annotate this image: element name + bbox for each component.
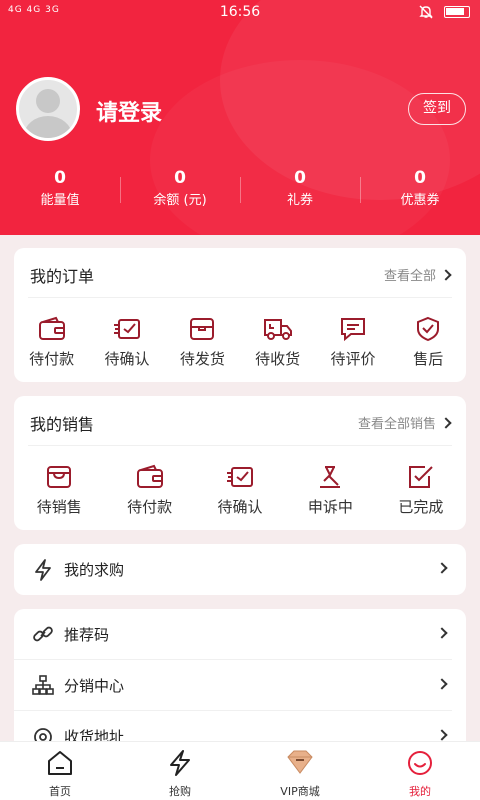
lightning-icon [35, 558, 51, 581]
sale-status-label: 待销售 [36, 498, 82, 516]
order-pending-review[interactable]: 待评价 [315, 316, 390, 369]
order-status-label: 待收货 [255, 350, 301, 368]
tab-label: 我的 [409, 785, 431, 798]
purchase-card: 我的求购 [14, 544, 466, 595]
check-icon [408, 466, 433, 488]
sale-status-label: 待付款 [127, 498, 173, 516]
chevron-right-icon [436, 678, 448, 690]
sale-status-label: 待确认 [217, 498, 263, 516]
truck-icon [263, 319, 292, 340]
row-label: 分销中心 [64, 676, 125, 695]
stat-coupon[interactable]: 0 优惠券 [360, 167, 480, 217]
package-icon [190, 318, 215, 340]
chevron-right-icon [436, 562, 448, 574]
comment-icon [340, 318, 365, 342]
order-pending-receive[interactable]: 待收货 [240, 316, 315, 369]
status-bar: 4G 4G 3G 16:56 [0, 0, 480, 24]
mute-icon [419, 5, 433, 19]
chevron-right-icon [436, 627, 448, 639]
tab-home[interactable]: 首页 [0, 742, 120, 800]
order-status-label: 待确认 [104, 350, 150, 368]
referral-code-row[interactable]: 推荐码 [14, 609, 452, 660]
battery-icon [444, 6, 470, 18]
order-after-sale[interactable]: 售后 [391, 316, 466, 369]
tab-vip-mall[interactable]: VIP商城 [240, 742, 360, 800]
orders-view-all-link[interactable]: 查看全部 [383, 265, 452, 284]
confirm-icon [227, 467, 254, 487]
link-icon [33, 626, 53, 642]
orders-card: 我的订单 查看全部 待付款 待确认 待发货 待收货 待评价 售后 [14, 248, 466, 382]
view-all-label: 查看全部 [383, 269, 436, 284]
diamond-icon [287, 750, 313, 774]
order-status-label: 待评价 [330, 350, 376, 368]
stat-label: 礼券 [286, 193, 313, 208]
wallet-icon [136, 464, 163, 488]
sale-status-label: 申诉中 [307, 498, 353, 516]
profile-header: 4G 4G 3G 16:56 请登录 签到 0 能量值 0 余额 (元) 0 礼… [0, 0, 480, 235]
chevron-right-icon [440, 268, 452, 281]
order-pending-payment[interactable]: 待付款 [14, 316, 89, 369]
signin-button[interactable]: 签到 [408, 93, 466, 125]
avatar[interactable] [16, 77, 80, 141]
sale-status-label: 已完成 [398, 498, 444, 516]
row-label: 我的求购 [64, 561, 125, 579]
clock: 16:56 [219, 4, 261, 20]
bottom-tab-bar: 首页 抢购 VIP商城 我的 [0, 741, 480, 800]
stats-bar: 0 能量值 0 余额 (元) 0 礼券 0 优惠券 [0, 167, 480, 217]
distribution-center-row[interactable]: 分销中心 [14, 660, 452, 711]
sales-title: 我的销售 [30, 415, 95, 434]
hierarchy-icon [32, 675, 54, 695]
order-status-label: 待发货 [179, 350, 225, 368]
tab-label: 抢购 [169, 785, 191, 798]
smile-icon [408, 751, 432, 775]
stat-energy[interactable]: 0 能量值 [0, 167, 120, 217]
sale-pending-sale[interactable]: 待销售 [14, 464, 104, 517]
stat-label: 余额 (元) [153, 193, 207, 208]
wallet-icon [38, 316, 65, 340]
row-label: 推荐码 [64, 625, 110, 644]
order-status-label: 待付款 [29, 350, 75, 368]
tab-label: 首页 [49, 785, 71, 798]
stat-value: 0 [294, 168, 306, 188]
stat-value: 0 [54, 168, 66, 188]
tab-mine[interactable]: 我的 [360, 742, 480, 800]
login-link[interactable]: 请登录 [96, 95, 162, 127]
stat-value: 0 [414, 168, 426, 188]
sale-pending-payment[interactable]: 待付款 [104, 464, 194, 517]
sale-in-appeal[interactable]: 申诉中 [285, 464, 375, 517]
tab-label: VIP商城 [280, 785, 320, 798]
chevron-right-icon [436, 729, 448, 741]
gavel-icon [320, 466, 341, 488]
shop-icon [47, 466, 72, 488]
order-pending-confirm[interactable]: 待确认 [89, 316, 164, 369]
orders-title: 我的订单 [30, 267, 95, 286]
home-icon [48, 751, 72, 775]
stat-gift-voucher[interactable]: 0 礼券 [240, 167, 360, 217]
sale-pending-confirm[interactable]: 待确认 [195, 464, 285, 517]
order-status-label: 售后 [413, 350, 444, 368]
sales-card: 我的销售 查看全部销售 待销售 待付款 待确认 申诉中 已完成 [14, 396, 466, 530]
sale-completed[interactable]: 已完成 [376, 464, 466, 517]
tab-flash-sale[interactable]: 抢购 [120, 742, 240, 800]
lightning-icon [170, 750, 190, 776]
confirm-icon [113, 319, 140, 339]
stat-label: 能量值 [40, 193, 80, 208]
my-purchase-row[interactable]: 我的求购 [14, 544, 452, 595]
view-all-label: 查看全部销售 [357, 417, 436, 432]
shield-icon [417, 316, 440, 342]
order-pending-ship[interactable]: 待发货 [165, 316, 240, 369]
stat-value: 0 [174, 168, 186, 188]
sales-view-all-link[interactable]: 查看全部销售 [357, 413, 452, 432]
stat-balance[interactable]: 0 余额 (元) [120, 167, 240, 217]
stat-label: 优惠券 [400, 193, 440, 208]
chevron-right-icon [440, 416, 452, 429]
